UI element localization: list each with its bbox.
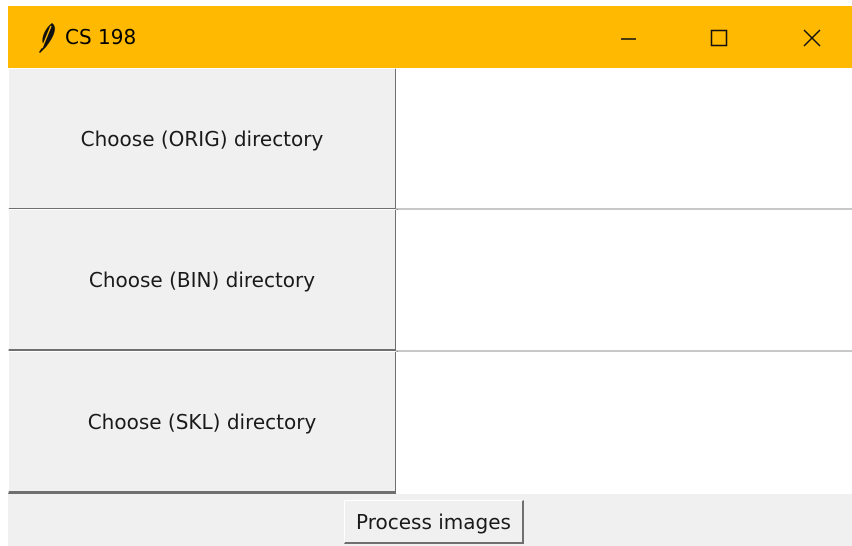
maximize-icon	[710, 29, 728, 47]
process-images-button[interactable]: Process images	[344, 500, 524, 544]
minimize-icon	[621, 38, 636, 40]
bin-directory-entry[interactable]	[396, 210, 852, 350]
maximize-button[interactable]	[691, 6, 751, 68]
window-title: CS 198	[65, 25, 137, 49]
skl-directory-entry[interactable]	[396, 352, 852, 494]
orig-directory-entry[interactable]	[396, 68, 852, 208]
client-area: Choose (ORIG) directory Choose (BIN) dir…	[8, 68, 852, 546]
choose-orig-directory-button[interactable]: Choose (ORIG) directory	[8, 68, 398, 211]
title-bar[interactable]: CS 198	[8, 6, 852, 68]
app-window: CS 198 Choose (ORIG) directory Choose (B…	[0, 0, 852, 546]
close-icon	[803, 29, 821, 47]
close-button[interactable]	[784, 6, 844, 68]
choose-bin-directory-button[interactable]: Choose (BIN) directory	[8, 209, 398, 352]
choose-skl-directory-button[interactable]: Choose (SKL) directory	[8, 351, 398, 494]
feather-icon	[39, 23, 55, 53]
footer-bar: Process images	[8, 494, 852, 546]
minimize-button[interactable]	[598, 6, 658, 68]
